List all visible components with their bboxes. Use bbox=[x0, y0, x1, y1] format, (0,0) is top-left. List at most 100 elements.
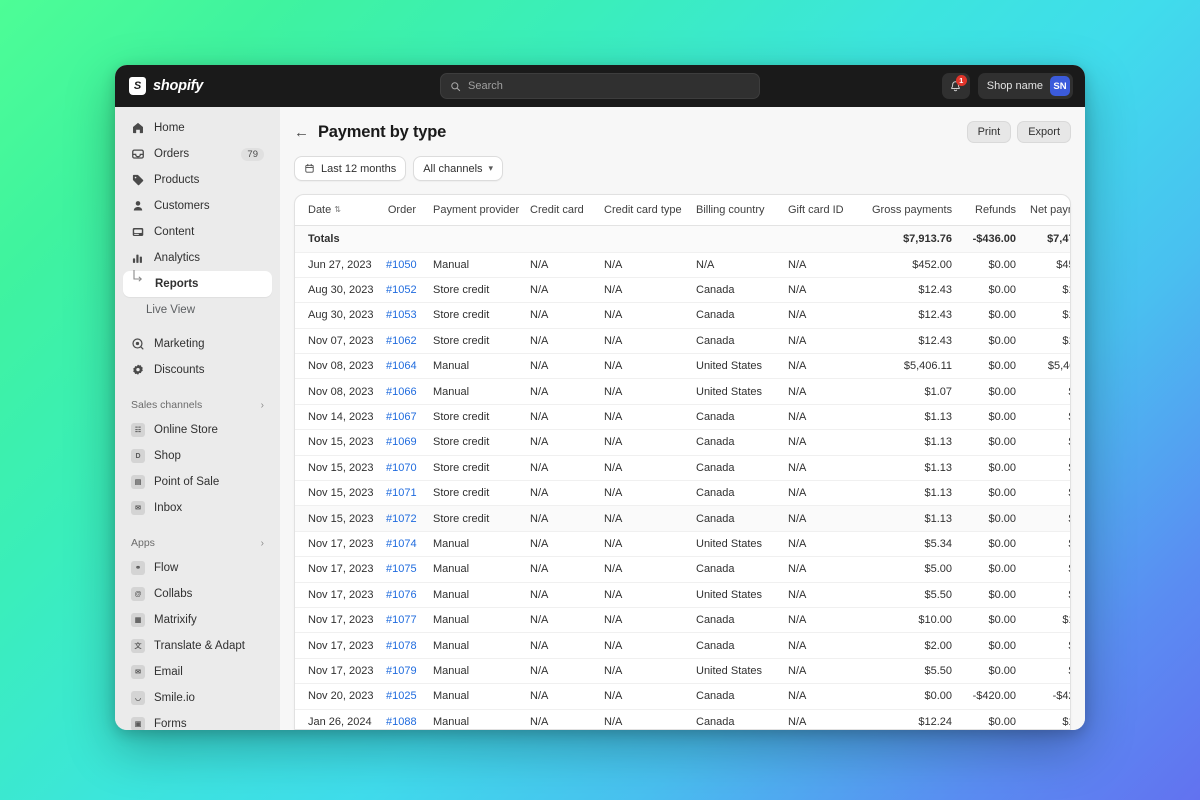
sidebar-item-forms[interactable]: ▣ Forms bbox=[123, 711, 272, 730]
table-row[interactable]: Aug 30, 2023 #1052 Store credit N/A N/A Canad… bbox=[295, 277, 1070, 303]
sidebar-item-live-view[interactable]: Live View bbox=[123, 297, 272, 323]
order-link[interactable]: #1079 bbox=[386, 665, 417, 677]
sidebar-item-translate-adapt[interactable]: 文 Translate & Adapt bbox=[123, 633, 272, 659]
cell-refunds: $0.00 bbox=[988, 309, 1016, 322]
sidebar-item-analytics[interactable]: Analytics bbox=[123, 245, 272, 271]
sidebar-item-orders[interactable]: Orders 79 bbox=[123, 141, 272, 167]
cell-billing-country: United States bbox=[696, 588, 763, 601]
table-row[interactable]: Nov 14, 2023 #1067 Store credit N/A N/A Canad… bbox=[295, 404, 1070, 430]
table-row[interactable]: Nov 08, 2023 #1066 Manual N/A N/A United Stat… bbox=[295, 379, 1070, 405]
table-row[interactable]: Nov 07, 2023 #1062 Store credit N/A N/A Canad… bbox=[295, 328, 1070, 354]
table-row-totals: Totals $7,913.76-$436.00$7,477.76 bbox=[295, 225, 1070, 252]
sidebar-item-customers[interactable]: Customers bbox=[123, 193, 272, 219]
cell-payment-provider: Manual bbox=[433, 715, 470, 728]
sidebar-item-reports[interactable]: Reports bbox=[123, 270, 272, 297]
table-row[interactable]: Nov 15, 2023 #1069 Store credit N/A N/A Canad… bbox=[295, 430, 1070, 456]
export-button[interactable]: Export bbox=[1017, 121, 1071, 143]
cell-order: #1088 bbox=[379, 709, 423, 729]
sidebar-item-home[interactable]: Home bbox=[123, 115, 272, 141]
table-row[interactable]: Nov 17, 2023 #1079 Manual N/A N/A United Stat… bbox=[295, 658, 1070, 684]
order-link[interactable]: #1050 bbox=[386, 259, 417, 271]
column-header-gross-payments[interactable]: Gross payments bbox=[865, 195, 959, 226]
order-link[interactable]: #1074 bbox=[386, 538, 417, 550]
page-title: Payment by type bbox=[318, 122, 447, 141]
cell-date: Jun 27, 2023 bbox=[308, 258, 372, 271]
order-link[interactable]: #1067 bbox=[386, 411, 417, 423]
matrixify-icon: ▦ bbox=[131, 613, 145, 627]
table-row[interactable]: Jun 27, 2023 #1050 Manual N/A N/A N/A N/A $452.… bbox=[295, 252, 1070, 278]
table-row[interactable]: Nov 17, 2023 #1078 Manual N/A N/A Canada N/A $2… bbox=[295, 633, 1070, 659]
table-row[interactable]: Nov 08, 2023 #1064 Manual N/A N/A United Stat… bbox=[295, 354, 1070, 379]
column-header-date[interactable]: Date ⇅ bbox=[295, 195, 379, 226]
sidebar-item-email[interactable]: ✉ Email bbox=[123, 659, 272, 685]
table-row[interactable]: Jan 26, 2024 #1088 Manual N/A N/A Canada N/A $1… bbox=[295, 709, 1070, 729]
column-header-refunds[interactable]: Refunds bbox=[959, 195, 1023, 226]
table-row[interactable]: Nov 17, 2023 #1075 Manual N/A N/A Canada N/A $5… bbox=[295, 557, 1070, 583]
sidebar-item-content[interactable]: Content bbox=[123, 219, 272, 245]
section-sales-channels[interactable]: Sales channels › bbox=[123, 393, 272, 417]
order-link[interactable]: #1052 bbox=[386, 284, 417, 296]
section-title: Apps bbox=[131, 537, 155, 549]
back-button[interactable]: ← bbox=[294, 125, 309, 140]
order-link[interactable]: #1025 bbox=[386, 690, 417, 702]
order-link[interactable]: #1070 bbox=[386, 462, 417, 474]
shopify-logo[interactable]: shopify bbox=[127, 77, 203, 95]
order-link[interactable]: #1072 bbox=[386, 513, 417, 525]
section-apps[interactable]: Apps › bbox=[123, 531, 272, 555]
sidebar-item-matrixify[interactable]: ▦ Matrixify bbox=[123, 607, 272, 633]
order-link[interactable]: #1077 bbox=[386, 614, 417, 626]
order-link[interactable]: #1075 bbox=[386, 563, 417, 575]
column-header-credit-card[interactable]: Credit card bbox=[523, 195, 597, 226]
sidebar-item-inbox[interactable]: ✉ Inbox bbox=[123, 495, 272, 521]
sidebar-item-marketing[interactable]: Marketing bbox=[123, 331, 272, 357]
customers-icon bbox=[133, 201, 143, 211]
column-header-order[interactable]: Order bbox=[379, 195, 423, 226]
order-link[interactable]: #1088 bbox=[386, 716, 417, 728]
sidebar-item-label: Shop bbox=[154, 450, 181, 462]
table-row[interactable]: Nov 17, 2023 #1076 Manual N/A N/A United Stat… bbox=[295, 582, 1070, 608]
table-row[interactable]: Nov 15, 2023 #1070 Store credit N/A N/A Canad… bbox=[295, 455, 1070, 481]
column-header-payment-provider[interactable]: Payment provider bbox=[423, 195, 523, 226]
order-link[interactable]: #1076 bbox=[386, 589, 417, 601]
search-input[interactable]: Search bbox=[440, 73, 760, 99]
order-link[interactable]: #1066 bbox=[386, 386, 417, 398]
cell-credit-card-type: N/A bbox=[604, 436, 623, 449]
table-row[interactable]: Nov 20, 2023 #1025 Manual N/A N/A Canada N/A $0… bbox=[295, 684, 1070, 710]
sidebar-item-collabs[interactable]: @ Collabs bbox=[123, 581, 272, 607]
cell-credit-card-type: N/A bbox=[597, 505, 689, 532]
order-link[interactable]: #1069 bbox=[386, 436, 417, 448]
shop-account-button[interactable]: Shop name SN bbox=[977, 73, 1073, 99]
sidebar-item-flow[interactable]: ⚭ Flow bbox=[123, 555, 272, 581]
sidebar-item-products[interactable]: Products bbox=[123, 167, 272, 193]
cell-credit-card: N/A bbox=[530, 360, 549, 373]
table-row[interactable]: Nov 17, 2023 #1074 Manual N/A N/A United Stat… bbox=[295, 531, 1070, 557]
table-row[interactable]: Nov 15, 2023 #1071 Store credit N/A N/A Canad… bbox=[295, 481, 1070, 506]
order-link[interactable]: #1064 bbox=[386, 360, 417, 372]
order-link[interactable]: #1078 bbox=[386, 640, 417, 652]
sidebar-item-smile-io[interactable]: ◡ Smile.io bbox=[123, 685, 272, 711]
sidebar-item-point-of-sale[interactable]: ▤ Point of Sale bbox=[123, 469, 272, 495]
print-button[interactable]: Print bbox=[966, 121, 1012, 143]
order-link[interactable]: #1053 bbox=[386, 309, 417, 321]
column-header-credit-card-type[interactable]: Credit card type bbox=[597, 195, 689, 226]
channel-label: All channels bbox=[423, 162, 483, 175]
table-row[interactable]: Nov 17, 2023 #1077 Manual N/A N/A Canada N/A $1… bbox=[295, 607, 1070, 633]
date-range-filter[interactable]: Last 12 months bbox=[294, 156, 407, 181]
sidebar-item-discounts[interactable]: Discounts bbox=[123, 357, 272, 383]
sidebar-item-shop[interactable]: D Shop bbox=[123, 443, 272, 469]
order-link[interactable]: #1062 bbox=[386, 335, 417, 347]
cell-refunds: $0.00 bbox=[988, 487, 1016, 500]
column-header-gift-card-id[interactable]: Gift card ID bbox=[781, 195, 865, 226]
table-row[interactable]: Nov 15, 2023 #1072 Store credit N/A N/A Canad… bbox=[295, 505, 1070, 532]
table-body: Totals$7,913.76-$436.00$7,477.76 Jun 27, … bbox=[295, 225, 1070, 729]
column-header-net-payments[interactable]: Net payments bbox=[1023, 195, 1070, 226]
sidebar-item-online-store[interactable]: ☷ Online Store bbox=[123, 417, 272, 443]
channel-filter[interactable]: All channels ▾ bbox=[413, 156, 504, 181]
notifications-button[interactable]: 1 bbox=[941, 73, 970, 99]
cell-billing-country: Canada bbox=[689, 505, 781, 532]
column-header-billing-country[interactable]: Billing country bbox=[689, 195, 781, 226]
order-link[interactable]: #1071 bbox=[386, 487, 417, 499]
table-row[interactable]: Aug 30, 2023 #1053 Store credit N/A N/A Canad… bbox=[295, 303, 1070, 329]
home-icon bbox=[133, 122, 143, 134]
cell-billing-country: Canada bbox=[696, 715, 735, 728]
